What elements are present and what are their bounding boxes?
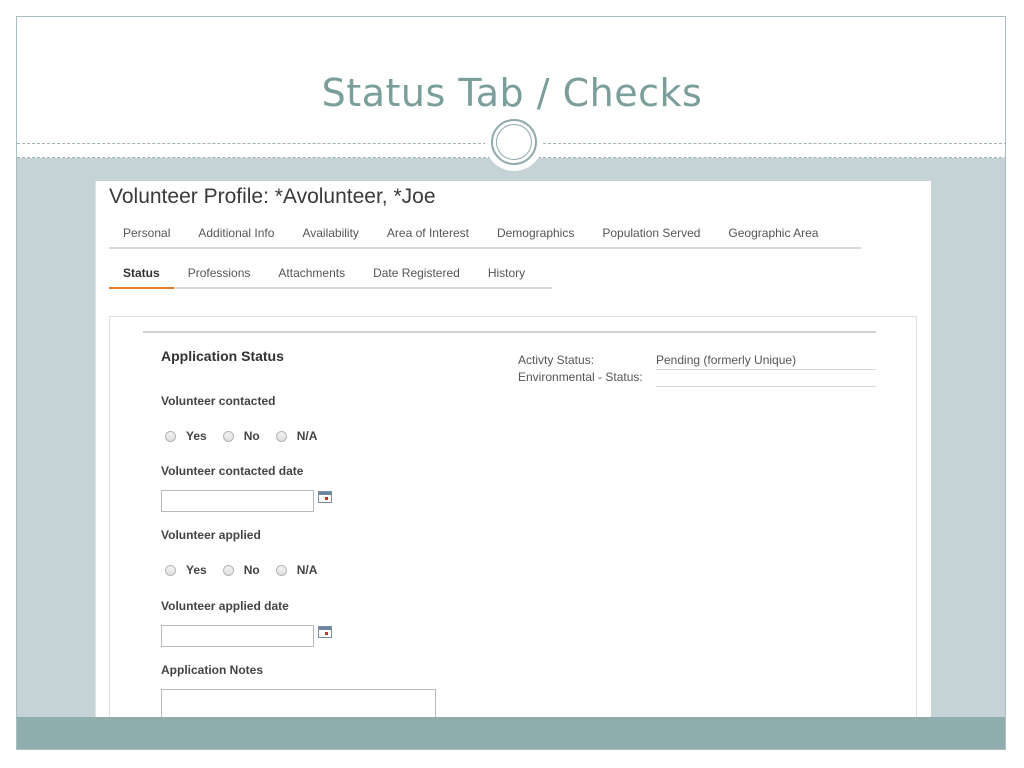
option-label: Yes (186, 563, 207, 577)
calendar-icon[interactable] (318, 491, 332, 503)
tab-bar-primary: Personal Additional Info Availability Ar… (109, 223, 861, 249)
application-notes-label: Application Notes (161, 663, 264, 677)
applied-no-option[interactable]: No (222, 563, 260, 577)
tab-population-served[interactable]: Population Served (588, 223, 714, 247)
contacted-yes-option[interactable]: Yes (165, 429, 207, 443)
option-label: No (243, 429, 260, 443)
panel-divider (143, 331, 876, 333)
application-notes-textarea[interactable] (161, 689, 436, 717)
radio-button[interactable] (222, 430, 234, 442)
tab-area-of-interest[interactable]: Area of Interest (373, 223, 483, 247)
tab-bar-secondary: Status Professions Attachments Date Regi… (109, 263, 552, 289)
volunteer-contacted-label: Volunteer contacted (161, 394, 276, 408)
applied-yes-option[interactable]: Yes (165, 563, 207, 577)
slide-title: Status Tab / Checks (321, 71, 703, 115)
contacted-date-label: Volunteer contacted date (161, 464, 304, 478)
slide-frame: Status Tab / Checks Volunteer Profile: *… (16, 16, 1006, 750)
calendar-icon[interactable] (318, 626, 332, 638)
radio-button[interactable] (275, 430, 287, 442)
tab-attachments[interactable]: Attachments (264, 263, 359, 287)
section-title: Application Status (161, 348, 284, 364)
tab-availability[interactable]: Availability (288, 223, 372, 247)
tab-additional-info[interactable]: Additional Info (184, 223, 288, 247)
environmental-status-label: Environmental - Status: (518, 370, 643, 384)
contacted-date-input[interactable] (161, 490, 314, 512)
profile-title: Volunteer Profile: *Avolunteer, *Joe (109, 185, 436, 208)
radio-button[interactable] (275, 564, 287, 576)
applied-na-option[interactable]: N/A (275, 563, 318, 577)
volunteer-profile-screenshot: Volunteer Profile: *Avolunteer, *Joe Per… (95, 181, 931, 717)
contacted-no-option[interactable]: No (222, 429, 260, 443)
status-panel: Application Status Volunteer contacted Y… (109, 316, 917, 717)
radio-button[interactable] (165, 430, 176, 442)
option-label: N/A (296, 563, 318, 577)
tab-geographic-area[interactable]: Geographic Area (714, 223, 832, 247)
applied-date-input[interactable] (161, 625, 314, 647)
option-label: Yes (186, 429, 207, 443)
contacted-na-option[interactable]: N/A (275, 429, 318, 443)
volunteer-contacted-radio-group: Yes No N/A (165, 429, 333, 443)
option-label: N/A (296, 429, 318, 443)
activity-status-value: Pending (formerly Unique) (656, 353, 876, 370)
environmental-status-value (656, 370, 876, 387)
tab-personal[interactable]: Personal (109, 223, 184, 247)
tab-professions[interactable]: Professions (174, 263, 265, 287)
circle-ornament-icon (485, 113, 543, 171)
footer-band (17, 717, 1005, 749)
option-label: No (243, 563, 260, 577)
volunteer-applied-radio-group: Yes No N/A (165, 563, 333, 577)
applied-date-label: Volunteer applied date (161, 599, 289, 613)
radio-button[interactable] (165, 564, 176, 576)
ornament-inner-ring (496, 124, 532, 160)
radio-button[interactable] (222, 564, 234, 576)
tab-history[interactable]: History (474, 263, 539, 287)
tab-status[interactable]: Status (109, 263, 174, 289)
tab-demographics[interactable]: Demographics (483, 223, 588, 247)
volunteer-applied-label: Volunteer applied (161, 528, 261, 542)
activity-status-label: Activty Status: (518, 353, 595, 367)
tab-date-registered[interactable]: Date Registered (359, 263, 474, 287)
